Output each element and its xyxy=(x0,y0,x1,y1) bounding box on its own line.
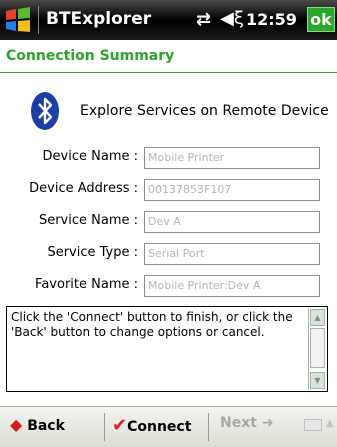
connect-button[interactable]: ✔Connect xyxy=(112,415,191,436)
instructions-scrollbar[interactable]: ▲ ▼ xyxy=(308,308,326,390)
title-bar: BTExplorer ⇄ ◀ξ 12:59 ok xyxy=(0,0,337,40)
service-name-label: Service Name : xyxy=(38,213,138,228)
toolbar-separator xyxy=(208,413,209,441)
bluetooth-icon xyxy=(31,92,59,130)
speaker-icon[interactable]: ◀ξ xyxy=(220,8,244,29)
title-separator xyxy=(38,6,39,34)
instructions-text: Click the 'Connect' button to finish, or… xyxy=(11,310,293,339)
device-name-label: Device Name : xyxy=(42,149,138,164)
explore-heading: Explore Services on Remote Device xyxy=(80,103,329,119)
device-address-label: Device Address : xyxy=(29,181,138,196)
device-name-field[interactable]: Mobile Printer xyxy=(144,147,320,169)
service-type-label: Service Type : xyxy=(47,245,138,260)
service-name-field[interactable]: Dev A xyxy=(144,211,320,233)
ok-button[interactable]: ok xyxy=(307,7,335,32)
connectivity-icon[interactable]: ⇄ xyxy=(196,9,211,30)
favorite-name-label: Favorite Name : xyxy=(35,277,138,292)
header-divider xyxy=(0,72,337,73)
back-button[interactable]: ◆ Back xyxy=(10,415,65,434)
input-menu-caret-icon[interactable]: ▲ xyxy=(326,418,334,429)
app-title: BTExplorer xyxy=(46,9,152,29)
checkmark-icon: ✔ xyxy=(112,415,128,436)
favorite-name-field[interactable]: Mobile Printer:Dev A xyxy=(144,275,320,297)
service-type-field[interactable]: Serial Port xyxy=(144,243,320,265)
scroll-thumb[interactable] xyxy=(310,328,325,368)
next-arrow-icon: ➔ xyxy=(261,415,274,431)
scroll-down-button[interactable]: ▼ xyxy=(310,372,325,389)
toolbar-separator xyxy=(104,413,105,441)
windows-start-icon[interactable] xyxy=(4,6,32,34)
scroll-up-button[interactable]: ▲ xyxy=(310,309,325,326)
device-address-field[interactable]: 00137853F107 xyxy=(144,179,320,201)
back-label: Back xyxy=(27,418,65,434)
keyboard-icon[interactable] xyxy=(304,419,322,431)
bottom-toolbar: ◆ Back ✔Connect Next ➔ ▲ xyxy=(0,406,337,447)
next-label: Next xyxy=(220,415,257,431)
instructions-box: Click the 'Connect' button to finish, or… xyxy=(6,306,328,392)
connect-label: Connect xyxy=(127,419,192,435)
next-button[interactable]: Next ➔ xyxy=(220,415,274,431)
page-title: Connection Summary xyxy=(6,48,175,64)
clock[interactable]: 12:59 xyxy=(246,10,297,29)
back-arrow-icon: ◆ xyxy=(10,415,23,434)
